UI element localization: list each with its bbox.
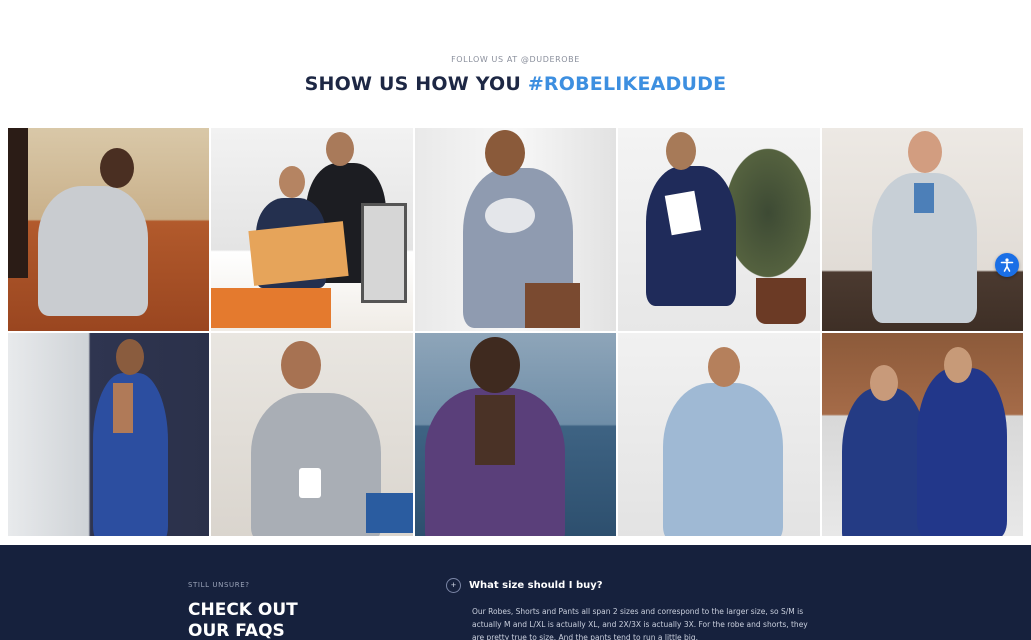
gallery-photo-10[interactable] [821, 333, 1023, 536]
gallery-photo-9[interactable] [618, 333, 820, 536]
gallery-photo-4[interactable] [618, 128, 820, 331]
instagram-section: FOLLOW US AT @DUDEROBE SHOW US HOW YOU #… [0, 0, 1031, 545]
hashtag-link[interactable]: #ROBELIKEADUDE [528, 73, 727, 95]
heading-text: SHOW US HOW YOU [304, 73, 528, 95]
faq-section: STILL UNSURE? CHECK OUT OUR FAQS + What … [0, 545, 1031, 640]
gallery-photo-3[interactable] [414, 128, 617, 331]
follow-eyebrow: FOLLOW US AT @DUDEROBE [451, 55, 580, 64]
accessibility-icon [1000, 258, 1014, 272]
plus-icon[interactable]: + [446, 578, 461, 593]
gallery-photo-1[interactable] [8, 128, 210, 331]
gallery-photo-6[interactable] [8, 333, 210, 536]
faq-answer: Our Robes, Shorts and Pants all span 2 s… [472, 607, 808, 640]
gallery-photo-5[interactable] [821, 128, 1023, 331]
faq-eyebrow: STILL UNSURE? [188, 581, 250, 589]
faq-title: CHECK OUT OUR FAQS [188, 600, 298, 640]
gallery-photo-7[interactable] [211, 333, 413, 536]
gallery-photo-2[interactable] [211, 128, 413, 331]
accessibility-button[interactable] [995, 253, 1019, 277]
instagram-heading: SHOW US HOW YOU #ROBELIKEADUDE [0, 73, 1031, 95]
photo-grid [8, 128, 1023, 536]
gallery-photo-8[interactable] [414, 333, 617, 536]
faq-question-row[interactable]: + What size should I buy? [446, 578, 603, 593]
faq-question[interactable]: What size should I buy? [469, 580, 603, 591]
